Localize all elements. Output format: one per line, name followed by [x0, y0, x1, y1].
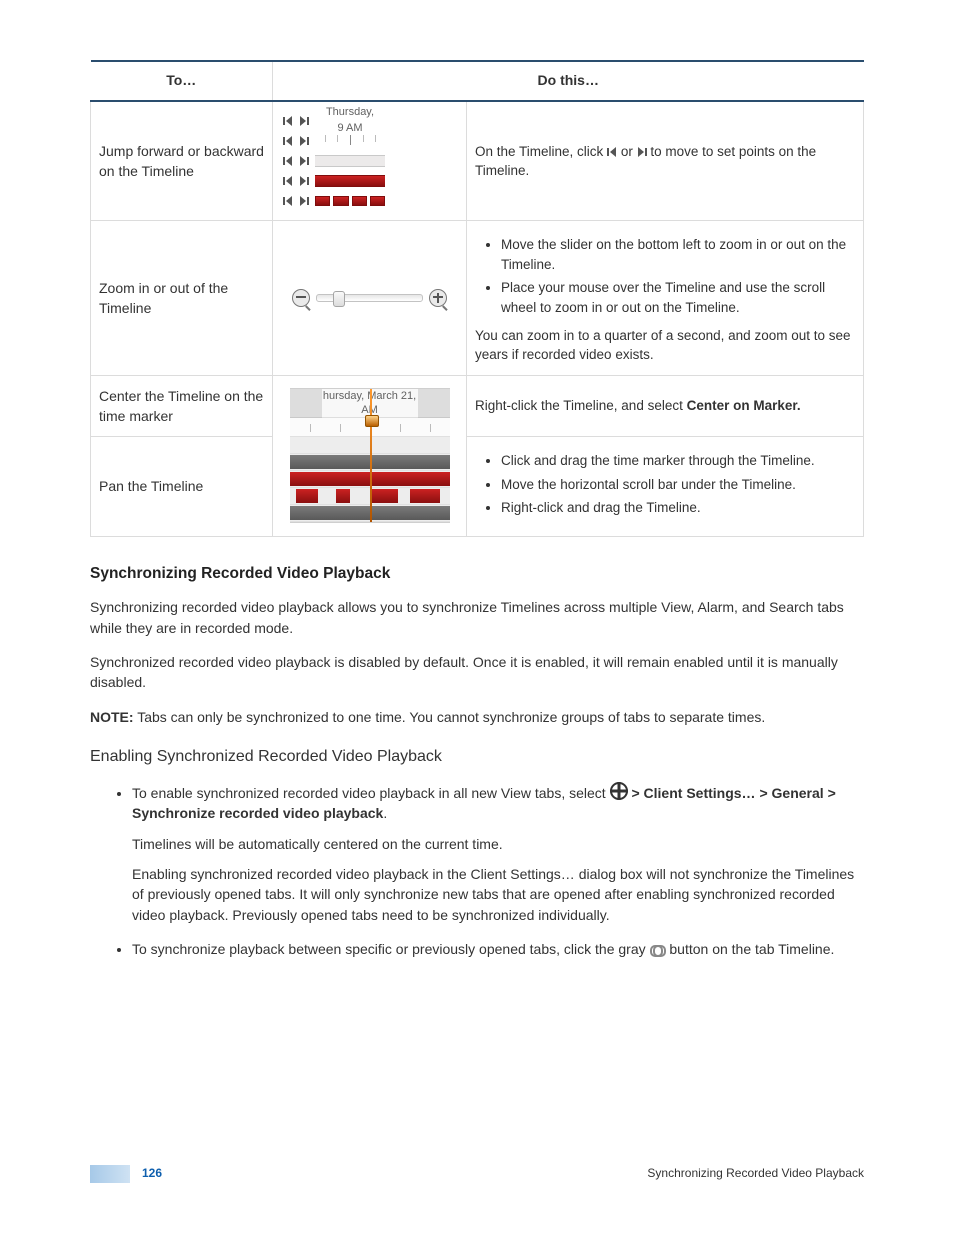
zoom-tail-text: You can zoom in to a quarter of a second…	[475, 326, 855, 365]
table-row: Pan the Timeline Click and drag the time…	[91, 437, 864, 537]
body-paragraph: Timelines will be automatically centered…	[132, 834, 864, 854]
table-row: Center the Timeline on the time marker h…	[91, 375, 864, 437]
list-item: To enable synchronized recorded video pl…	[132, 782, 864, 925]
zoom-out-icon	[292, 289, 310, 307]
prev-point-icon	[607, 147, 617, 157]
section-heading: Synchronizing Recorded Video Playback	[90, 563, 864, 585]
axis-ticks	[315, 135, 385, 147]
to-cell: Zoom in or out of the Timeline	[91, 221, 273, 375]
page-number: 126	[142, 1165, 162, 1182]
menu-path: Synchronize recorded video playback	[132, 805, 383, 821]
to-cell: Center the Timeline on the time marker	[91, 375, 273, 437]
next-point-icon	[299, 156, 309, 166]
subsection-heading: Enabling Synchronized Recorded Video Pla…	[90, 745, 864, 768]
link-icon	[650, 945, 666, 955]
menu-path: General	[772, 785, 824, 801]
menu-item-label: Center on Marker.	[687, 398, 801, 413]
list-item: Place your mouse over the Timeline and u…	[501, 278, 855, 317]
breadcrumb-sep: >	[631, 785, 643, 801]
do-cell: On the Timeline, click or to move to set…	[467, 101, 864, 221]
instruction-table: To… Do this… Jump forward or backward on…	[90, 60, 864, 537]
figure-timeline: hursday, March 21, AM	[273, 375, 467, 536]
note-label: NOTE:	[90, 709, 134, 725]
th-do: Do this…	[273, 61, 864, 101]
zoom-in-icon	[429, 289, 447, 307]
breadcrumb-sep: >	[828, 785, 836, 801]
do-cell: Click and drag the time marker through t…	[467, 437, 864, 537]
list-item: Right-click and drag the Timeline.	[501, 498, 855, 518]
prev-point-icon	[283, 156, 293, 166]
body-paragraph: Enabling synchronized recorded video pla…	[132, 864, 864, 925]
list-item: Move the slider on the bottom left to zo…	[501, 235, 855, 274]
next-point-icon	[299, 196, 309, 206]
page-footer: 126 Synchronizing Recorded Video Playbac…	[0, 1165, 954, 1183]
timeline-marker	[370, 389, 372, 522]
footer-title: Synchronizing Recorded Video Playback	[647, 1165, 864, 1182]
list-item: Click and drag the time marker through t…	[501, 451, 855, 471]
prev-point-icon	[283, 176, 293, 186]
prev-point-icon	[283, 136, 293, 146]
zoom-slider-track	[316, 294, 423, 302]
next-point-icon	[299, 136, 309, 146]
list-item: To synchronize playback between specific…	[132, 939, 864, 959]
track-full	[315, 175, 385, 187]
gear-icon	[610, 782, 628, 800]
track-segments	[315, 196, 385, 206]
table-row: Jump forward or backward on the Timeline…	[91, 101, 864, 221]
menu-path: Client Settings…	[644, 785, 756, 801]
do-cell: Move the slider on the bottom left to zo…	[467, 221, 864, 375]
next-point-icon	[637, 147, 647, 157]
table-row: Zoom in or out of the Timeline Move the …	[91, 221, 864, 375]
body-paragraph: Synchronized recorded video playback is …	[90, 652, 864, 693]
to-cell: Jump forward or backward on the Timeline	[91, 101, 273, 221]
next-point-icon	[299, 176, 309, 186]
th-to: To…	[91, 61, 273, 101]
do-cell: Right-click the Timeline, and select Cen…	[467, 375, 864, 437]
figure-jump: Thursday, 9 AM	[273, 101, 467, 221]
to-cell: Pan the Timeline	[91, 437, 273, 537]
track-empty	[315, 155, 385, 167]
enable-list: To enable synchronized recorded video pl…	[90, 782, 864, 959]
prev-point-icon	[283, 116, 293, 126]
page-content: To… Do this… Jump forward or backward on…	[0, 0, 954, 959]
page-badge	[90, 1165, 130, 1183]
list-item: Move the horizontal scroll bar under the…	[501, 475, 855, 495]
note-paragraph: NOTE: Tabs can only be synchronized to o…	[90, 707, 864, 727]
next-point-icon	[299, 116, 309, 126]
body-paragraph: Synchronizing recorded video playback al…	[90, 597, 864, 638]
zoom-slider-handle	[333, 291, 345, 307]
figure-zoom	[273, 221, 467, 375]
breadcrumb-sep: >	[759, 785, 771, 801]
prev-point-icon	[283, 196, 293, 206]
